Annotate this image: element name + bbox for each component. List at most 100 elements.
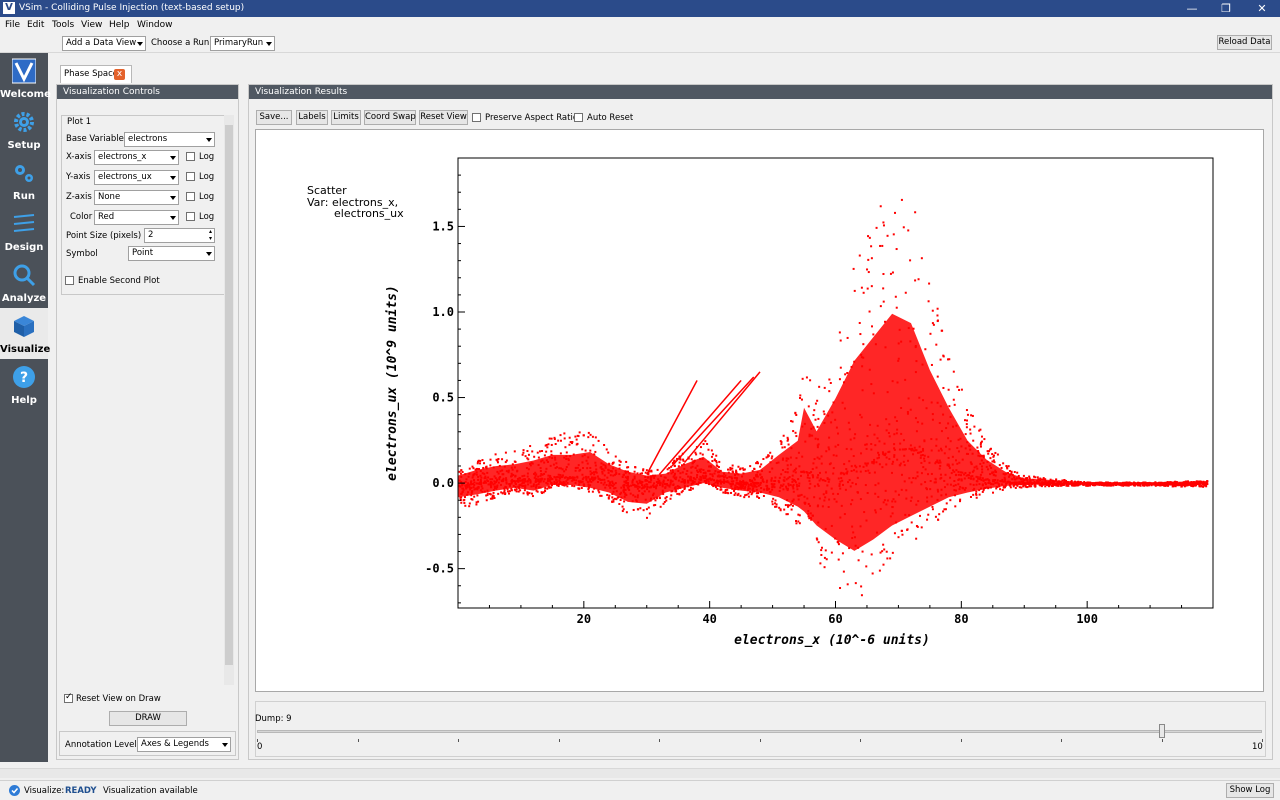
xaxis-log-checkbox[interactable] xyxy=(186,152,195,161)
scatter-point xyxy=(947,388,950,391)
plot-canvas[interactable]: 20 40 60 80 100 -0.5 0.0 0.5 1.0 1.5 Scatter Var:… xyxy=(255,129,1264,692)
scatter-point xyxy=(800,398,803,401)
scatter-point xyxy=(822,479,825,482)
scatter-point xyxy=(876,457,879,460)
restore-button[interactable]: ❐ xyxy=(1210,0,1242,17)
nav-visualize[interactable]: Visualize xyxy=(0,308,50,359)
annotation-level-select[interactable]: Axes & Legends xyxy=(137,737,231,752)
reload-data-button[interactable]: Reload Data xyxy=(1217,35,1272,50)
color-select[interactable]: Red xyxy=(94,210,179,225)
color-log-checkbox[interactable] xyxy=(186,212,195,221)
close-window-button[interactable]: ✕ xyxy=(1246,0,1278,17)
tab-close-icon[interactable]: x xyxy=(114,69,125,80)
scatter-point xyxy=(765,481,768,484)
scatter-point xyxy=(893,447,896,450)
enable-second-plot-checkbox[interactable] xyxy=(65,276,74,285)
scatter-point xyxy=(899,462,902,465)
tab-phase-space[interactable]: Phase Space x xyxy=(60,65,132,83)
zaxis-select[interactable]: None xyxy=(94,190,179,205)
scatter-point xyxy=(722,480,725,483)
scatter-point xyxy=(795,435,798,438)
scatter-point xyxy=(964,471,967,474)
scatter-point xyxy=(922,466,925,469)
scatter-point xyxy=(639,507,642,510)
scatter-point xyxy=(769,451,772,454)
scatter-point xyxy=(797,451,800,454)
scatter-point xyxy=(581,455,584,458)
reset-view-button[interactable]: Reset View xyxy=(419,110,468,125)
save-button[interactable]: Save... xyxy=(256,110,292,125)
add-data-view-select[interactable]: Add a Data View xyxy=(62,36,146,51)
base-variable-select[interactable]: electrons xyxy=(124,132,215,147)
scatter-point xyxy=(572,476,575,479)
menu-help[interactable]: Help xyxy=(109,19,130,31)
nav-run[interactable]: Run xyxy=(0,155,48,206)
scatter-point xyxy=(605,483,608,486)
zaxis-log-checkbox[interactable] xyxy=(186,192,195,201)
scatter-point xyxy=(475,471,478,474)
scatter-point xyxy=(940,488,943,491)
gears-icon xyxy=(15,165,33,182)
menu-file[interactable]: File xyxy=(5,19,20,31)
scatter-point xyxy=(939,477,942,480)
scatter-point xyxy=(592,471,595,474)
scatter-point xyxy=(820,553,823,556)
nav-setup[interactable]: Setup xyxy=(0,104,48,155)
scatter-point xyxy=(594,464,597,467)
spin-arrows-icon[interactable]: ▴ ▾ xyxy=(209,229,212,242)
scatter-point xyxy=(805,376,808,379)
point-size-spinbox[interactable]: 2 ▴ ▾ xyxy=(144,228,215,243)
scatter-point xyxy=(1018,477,1021,480)
scatter-point xyxy=(810,427,813,430)
show-log-button[interactable]: Show Log xyxy=(1226,783,1274,798)
scatter-point xyxy=(851,537,854,540)
scatter-point xyxy=(998,483,1001,486)
scatter-point xyxy=(677,479,680,482)
scatter-point xyxy=(645,469,648,472)
nav-help[interactable]: ? Help xyxy=(0,359,48,410)
menu-view[interactable]: View xyxy=(81,19,102,31)
nav-analyze[interactable]: Analyze xyxy=(0,257,48,308)
coord-swap-button[interactable]: Coord Swap xyxy=(364,110,416,125)
scatter-point xyxy=(492,488,495,491)
scatter-point xyxy=(942,386,945,389)
scatter-point xyxy=(464,504,467,507)
reset-view-on-draw-checkbox[interactable] xyxy=(64,692,73,703)
controls-scroll-thumb[interactable] xyxy=(225,125,233,665)
dump-slider-thumb[interactable] xyxy=(1158,724,1165,738)
scatter-point xyxy=(696,473,699,476)
minimize-button[interactable]: — xyxy=(1176,0,1208,17)
dump-slider-track[interactable] xyxy=(257,730,1262,733)
menu-tools[interactable]: Tools xyxy=(52,19,74,31)
symbol-select[interactable]: Point xyxy=(128,246,215,261)
nav-design[interactable]: Design xyxy=(0,206,48,257)
draw-button[interactable]: DRAW xyxy=(109,711,187,726)
scatter-point xyxy=(655,484,658,487)
yaxis-log-checkbox[interactable] xyxy=(186,172,195,181)
scatter-point xyxy=(929,488,932,491)
limits-button[interactable]: Limits xyxy=(331,110,361,125)
scatter-point xyxy=(948,405,951,408)
scatter-point xyxy=(861,550,864,553)
scatter-point xyxy=(521,475,524,478)
window-hscrollbar[interactable] xyxy=(0,768,1280,778)
labels-button[interactable]: Labels xyxy=(296,110,328,125)
menu-edit[interactable]: Edit xyxy=(27,19,44,31)
run-select[interactable]: PrimaryRun xyxy=(210,36,275,51)
xaxis-select[interactable]: electrons_x xyxy=(94,150,179,165)
menu-window[interactable]: Window xyxy=(137,19,173,31)
scatter-point xyxy=(587,488,590,491)
controls-scrollbar[interactable] xyxy=(224,115,234,685)
scatter-point xyxy=(622,508,625,511)
scatter-point xyxy=(541,450,544,453)
scatter-point xyxy=(590,472,593,475)
scatter-point xyxy=(907,397,910,400)
nav-welcome[interactable]: Welcome xyxy=(0,53,51,104)
title-bar: V VSim - Colliding Pulse Injection (text… xyxy=(0,0,1280,17)
scatter-point xyxy=(825,450,828,453)
scatter-point xyxy=(862,291,865,294)
preserve-aspect-checkbox[interactable] xyxy=(472,113,481,122)
yaxis-select[interactable]: electrons_ux xyxy=(94,170,179,185)
scatter-point xyxy=(634,466,637,469)
auto-reset-checkbox[interactable] xyxy=(574,113,583,122)
